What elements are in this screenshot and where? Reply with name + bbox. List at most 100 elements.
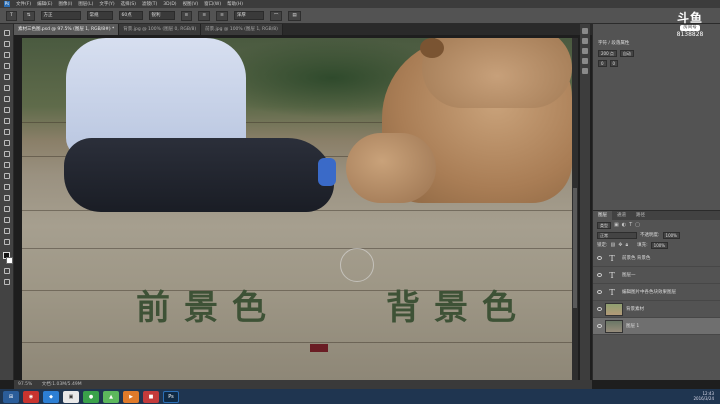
- tab-document-background[interactable]: 背景.jpg @ 100% (图层 0, RGB/8): [119, 24, 202, 35]
- align-right-icon[interactable]: ≡: [216, 10, 228, 21]
- tab-channels[interactable]: 通道: [612, 211, 631, 220]
- character-panel-icon[interactable]: ▤: [288, 10, 301, 21]
- menu-image[interactable]: 图像(I): [58, 1, 72, 7]
- healing-brush-tool-icon[interactable]: [2, 94, 11, 103]
- path-select-tool-icon[interactable]: [2, 204, 11, 213]
- adjustments-panel-icon[interactable]: [582, 48, 588, 54]
- layer-name[interactable]: 背景素材: [626, 306, 644, 312]
- move-tool-icon[interactable]: [2, 28, 11, 37]
- stream-app-icon[interactable]: ■: [143, 390, 159, 403]
- visibility-eye-icon[interactable]: [597, 256, 602, 260]
- background-color-swatch[interactable]: [5, 257, 13, 264]
- system-clock[interactable]: 12:43 2016/3/24: [693, 391, 714, 401]
- font-size-field[interactable]: 200 点: [598, 49, 617, 57]
- canvas-vertical-scrollbar[interactable]: [572, 38, 578, 380]
- lock-position-icon[interactable]: ✥: [618, 242, 622, 248]
- properties-panel-icon[interactable]: [582, 38, 588, 44]
- clone-stamp-tool-icon[interactable]: [2, 116, 11, 125]
- opacity-field[interactable]: 100%: [662, 231, 680, 239]
- character-panel-icon[interactable]: [582, 58, 588, 64]
- pen-tool-icon[interactable]: [2, 182, 11, 191]
- download-app-icon[interactable]: ▲: [103, 390, 119, 403]
- layer-kind-filter[interactable]: 类型: [597, 221, 611, 229]
- menu-filter[interactable]: 滤镜(T): [142, 1, 157, 7]
- layer-row[interactable]: 背景素材: [593, 301, 720, 318]
- tab-layers[interactable]: 图层: [593, 211, 612, 220]
- text-color-swatch[interactable]: 浑厚: [233, 11, 264, 20]
- eyedropper-tool-icon[interactable]: [2, 83, 11, 92]
- tracking-field[interactable]: 0: [598, 59, 607, 67]
- layer-name[interactable]: 编辑图片中各色块效果图层: [622, 289, 676, 295]
- font-style-select[interactable]: 常规: [86, 11, 113, 20]
- layer-row[interactable]: T 编辑图片中各色块效果图层: [593, 284, 720, 301]
- layer-name[interactable]: 图层 1: [626, 323, 639, 329]
- lock-all-icon[interactable]: 🔒︎: [625, 242, 628, 248]
- hand-tool-icon[interactable]: [2, 226, 11, 235]
- menu-view[interactable]: 视图(V): [183, 1, 199, 7]
- menu-select[interactable]: 选择(S): [121, 1, 136, 7]
- orientation-toggle-icon[interactable]: ⇅: [22, 10, 35, 21]
- blend-mode-select[interactable]: 正常: [597, 231, 637, 239]
- start-button-icon[interactable]: ⊞: [3, 390, 19, 403]
- kerning-field[interactable]: 0: [609, 59, 619, 67]
- gradient-tool-icon[interactable]: [2, 149, 11, 158]
- messenger-icon[interactable]: ◆: [43, 390, 59, 403]
- paragraph-panel-icon[interactable]: [582, 68, 588, 74]
- fill-field[interactable]: 100%: [650, 241, 669, 249]
- visibility-eye-icon[interactable]: [597, 307, 602, 311]
- zoom-level[interactable]: 97.5%: [18, 382, 32, 387]
- layer-row[interactable]: T 前景色 背景色: [593, 250, 720, 267]
- menu-3d[interactable]: 3D(D): [163, 2, 176, 7]
- filter-adjust-icon[interactable]: ◐: [622, 222, 626, 228]
- align-center-icon[interactable]: ≡: [198, 10, 211, 21]
- brush-tool-icon[interactable]: [2, 105, 11, 114]
- quick-select-tool-icon[interactable]: [2, 61, 11, 70]
- filter-pixel-icon[interactable]: ▣: [614, 222, 619, 228]
- lock-pixels-icon[interactable]: ▨: [611, 242, 616, 248]
- font-family-select[interactable]: 方正: [40, 11, 81, 20]
- menu-file[interactable]: 文件(F): [16, 1, 31, 7]
- antialias-select[interactable]: 锐利: [148, 11, 175, 20]
- menu-window[interactable]: 窗口(W): [204, 1, 221, 7]
- layer-name[interactable]: 前景色 背景色: [622, 255, 650, 261]
- filter-type-icon[interactable]: T: [629, 222, 632, 228]
- tab-document-foreground[interactable]: 前景.jpg @ 100% (图层 1, RGB/8): [201, 24, 283, 35]
- browser-icon[interactable]: ◉: [23, 390, 39, 403]
- tab-document-main[interactable]: 素材三色图.psd @ 97.5% (图层 1, RGB/8#) *: [14, 24, 120, 35]
- menu-layer[interactable]: 图层(L): [78, 1, 93, 7]
- tab-paths[interactable]: 路径: [631, 211, 650, 220]
- eraser-tool-icon[interactable]: [2, 138, 11, 147]
- visibility-eye-icon[interactable]: [597, 273, 602, 277]
- shape-tool-icon[interactable]: [2, 215, 11, 224]
- warp-text-icon[interactable]: ⌒: [269, 10, 283, 21]
- type-tool-preset-button[interactable]: T: [6, 10, 17, 21]
- layer-name[interactable]: 图层一: [622, 272, 636, 278]
- quick-mask-icon[interactable]: [2, 266, 11, 275]
- align-left-icon[interactable]: ≡: [180, 10, 193, 21]
- menu-help[interactable]: 帮助(H): [227, 1, 243, 7]
- visibility-eye-icon[interactable]: [597, 324, 602, 328]
- explorer-icon[interactable]: ▣: [63, 390, 79, 403]
- history-panel-icon[interactable]: [582, 28, 588, 34]
- layer-row-selected[interactable]: 图层 1: [593, 318, 720, 335]
- leading-field[interactable]: 自动: [619, 49, 634, 57]
- caption-background-color[interactable]: 背景色: [386, 280, 530, 329]
- photoshop-taskbar-icon[interactable]: Ps: [163, 390, 179, 403]
- lasso-tool-icon[interactable]: [2, 50, 11, 59]
- crop-tool-icon[interactable]: [2, 72, 11, 81]
- dodge-tool-icon[interactable]: [2, 171, 11, 180]
- media-app-icon[interactable]: ▶: [123, 390, 139, 403]
- zoom-tool-icon[interactable]: [2, 237, 11, 246]
- blur-tool-icon[interactable]: [2, 160, 11, 169]
- screen-mode-icon[interactable]: [2, 277, 11, 286]
- marquee-tool-icon[interactable]: [2, 39, 11, 48]
- visibility-eye-icon[interactable]: [597, 290, 602, 294]
- filter-shape-icon[interactable]: ▢: [635, 222, 640, 228]
- chat-app-icon[interactable]: ●: [83, 390, 99, 403]
- document-canvas[interactable]: 前景色 背景色: [22, 38, 572, 380]
- font-size-select[interactable]: 60点: [118, 11, 143, 20]
- menu-edit[interactable]: 编辑(E): [37, 1, 52, 7]
- type-tool-icon[interactable]: [2, 193, 11, 202]
- scrollbar-thumb[interactable]: [573, 188, 577, 308]
- caption-foreground-color[interactable]: 前景色: [136, 280, 280, 329]
